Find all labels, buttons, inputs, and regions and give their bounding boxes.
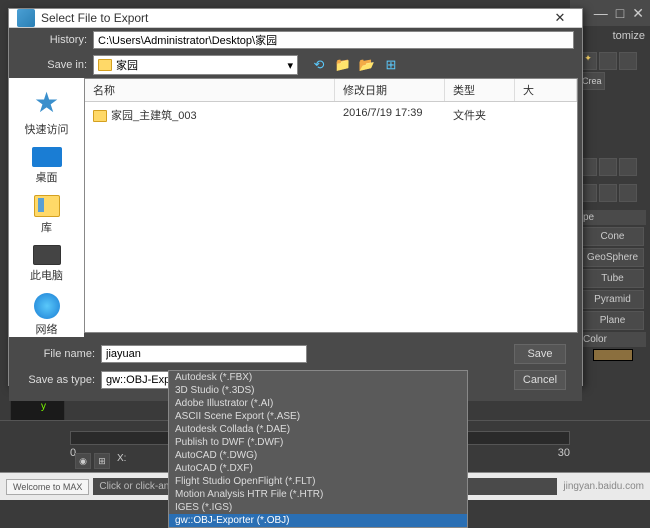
axis-y-label: y <box>41 401 46 412</box>
chevron-down-icon[interactable]: ▾ <box>287 59 293 72</box>
col-name[interactable]: 名称 <box>85 79 335 101</box>
desktop-icon <box>32 147 62 167</box>
cancel-button[interactable]: Cancel <box>514 370 566 390</box>
dialog-title: Select File to Export <box>41 11 546 25</box>
tool-icon[interactable] <box>599 158 617 176</box>
savein-value: 家园 <box>116 57 138 73</box>
format-option[interactable]: IGES (*.IGS) <box>169 501 467 514</box>
watermark: jingyan.baidu.com <box>563 481 644 492</box>
modify-tab-icon[interactable] <box>599 52 617 70</box>
primitive-plane-button[interactable]: Plane <box>581 311 644 330</box>
list-item[interactable]: 家园_主建筑_003 2016/7/19 17:39 文件夹 <box>85 102 577 128</box>
format-option[interactable]: Motion Analysis HTR File (*.HTR) <box>169 488 467 501</box>
history-label: History: <box>17 34 87 46</box>
format-option[interactable]: 3D Studio (*.3DS) <box>169 384 467 397</box>
savetype-dropdown[interactable]: Autodesk (*.FBX) 3D Studio (*.3DS) Adobe… <box>168 370 468 528</box>
place-this-pc[interactable]: 此电脑 <box>30 245 63 283</box>
tool-icon[interactable] <box>619 184 637 202</box>
filename-input[interactable] <box>101 345 307 363</box>
save-button[interactable]: Save <box>514 344 566 364</box>
tool-icon[interactable] <box>619 158 637 176</box>
network-icon <box>34 293 60 319</box>
up-icon[interactable]: 📁 <box>334 56 352 74</box>
back-icon[interactable]: ⟲ <box>310 56 328 74</box>
col-type[interactable]: 类型 <box>445 79 515 101</box>
category-header: pe <box>579 210 646 225</box>
format-option[interactable]: Autodesk (*.FBX) <box>169 371 467 384</box>
maximize-icon[interactable]: □ <box>616 5 624 21</box>
new-folder-icon[interactable]: 📂 <box>358 56 376 74</box>
dialog-close-icon[interactable]: ✕ <box>546 10 574 26</box>
filename-label: File name: <box>25 348 95 360</box>
history-select[interactable] <box>93 31 574 49</box>
primitive-cone-button[interactable]: Cone <box>581 227 644 246</box>
tick: 30 <box>558 447 570 459</box>
tool-icon[interactable] <box>619 52 637 70</box>
folder-icon <box>98 59 112 71</box>
key-icon[interactable]: ◉ <box>75 453 91 469</box>
primitive-geosphere-button[interactable]: GeoSphere <box>581 248 644 267</box>
format-option-selected[interactable]: gw::OBJ-Exporter (*.OBJ) <box>169 514 467 527</box>
menu-fragment[interactable]: tomize <box>613 30 645 42</box>
tool-icon[interactable] <box>599 184 617 202</box>
primitive-tube-button[interactable]: Tube <box>581 269 644 288</box>
x-coord-label: X: <box>117 453 126 469</box>
command-panel: ✦ Crea pe Cone GeoSphere Tube Pyramid Pl… <box>575 48 650 367</box>
star-icon: ★ <box>34 86 59 119</box>
format-option[interactable]: Publish to DWF (*.DWF) <box>169 436 467 449</box>
file-list[interactable]: 名称 修改日期 类型 大 家园_主建筑_003 2016/7/19 17:39 … <box>84 78 578 333</box>
place-desktop[interactable]: 桌面 <box>32 147 62 185</box>
place-network[interactable]: 网络 <box>34 293 60 337</box>
color-label: Color <box>579 332 646 347</box>
format-option[interactable]: Adobe Illustrator (*.AI) <box>169 397 467 410</box>
color-swatch[interactable] <box>593 349 633 361</box>
col-size[interactable]: 大 <box>515 79 577 101</box>
list-header[interactable]: 名称 修改日期 类型 大 <box>85 79 577 102</box>
format-option[interactable]: ASCII Scene Export (*.ASE) <box>169 410 467 423</box>
savetype-label: Save as type: <box>25 374 95 386</box>
view-menu-icon[interactable]: ⊞ <box>382 56 400 74</box>
dialog-titlebar[interactable]: Select File to Export ✕ <box>9 9 582 28</box>
pc-icon <box>33 245 61 265</box>
minimize-icon[interactable]: — <box>594 5 608 21</box>
folder-icon <box>93 110 107 122</box>
library-icon <box>34 195 60 217</box>
key-icon[interactable]: ⊞ <box>94 453 110 469</box>
place-quick-access[interactable]: ★ 快速访问 <box>25 86 69 137</box>
savein-select[interactable]: 家园 ▾ <box>93 55 298 75</box>
format-option[interactable]: Autodesk Collada (*.DAE) <box>169 423 467 436</box>
places-bar: ★ 快速访问 桌面 库 此电脑 <box>9 78 84 337</box>
export-dialog: Select File to Export ✕ History: Save in… <box>8 8 583 386</box>
format-option[interactable]: Flight Studio OpenFlight (*.FLT) <box>169 475 467 488</box>
welcome-label: Welcome to MAX <box>6 479 89 495</box>
place-libraries[interactable]: 库 <box>34 195 60 235</box>
primitive-pyramid-button[interactable]: Pyramid <box>581 290 644 309</box>
savein-label: Save in: <box>17 59 87 71</box>
close-icon[interactable]: ✕ <box>632 5 644 22</box>
col-date[interactable]: 修改日期 <box>335 79 445 101</box>
format-option[interactable]: AutoCAD (*.DWG) <box>169 449 467 462</box>
format-option[interactable]: AutoCAD (*.DXF) <box>169 462 467 475</box>
app-icon <box>17 9 35 27</box>
